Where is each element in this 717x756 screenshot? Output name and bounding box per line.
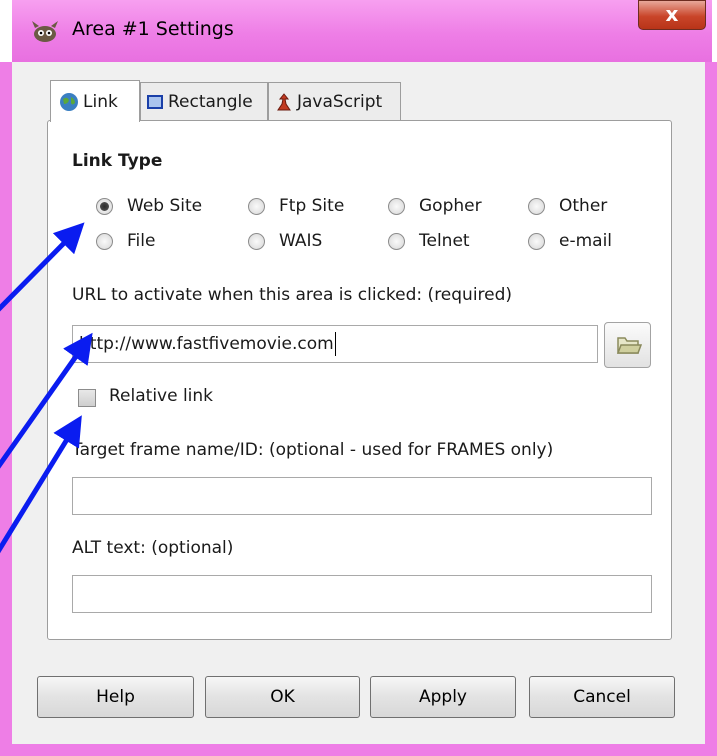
radio-label: e-mail bbox=[559, 231, 613, 251]
ok-button[interactable]: OK bbox=[205, 676, 360, 718]
radio-indicator bbox=[388, 197, 405, 215]
radio-indicator bbox=[96, 232, 113, 250]
link-type-heading: Link Type bbox=[72, 151, 163, 171]
radio-gopher[interactable]: Gopher bbox=[388, 196, 482, 216]
window-frame-right bbox=[705, 62, 717, 756]
relative-link-checkbox[interactable] bbox=[78, 389, 96, 407]
window-title: Area #1 Settings bbox=[72, 18, 234, 40]
tab-rectangle-label: Rectangle bbox=[168, 92, 253, 112]
rectangle-icon bbox=[147, 95, 163, 109]
radio-indicator bbox=[388, 232, 405, 250]
help-button[interactable]: Help bbox=[37, 676, 194, 718]
radio-ftp-site[interactable]: Ftp Site bbox=[248, 196, 344, 216]
radio-other[interactable]: Other bbox=[528, 196, 607, 216]
radio-label: File bbox=[127, 231, 156, 251]
radio-indicator bbox=[528, 197, 545, 215]
relative-link-label: Relative link bbox=[109, 386, 214, 406]
settings-dialog: Area #1 Settings x Link Rectangle JavaSc… bbox=[0, 0, 717, 756]
radio-label: WAIS bbox=[279, 231, 323, 251]
radio-indicator bbox=[96, 197, 113, 215]
radio-indicator bbox=[248, 232, 265, 250]
close-button[interactable]: x bbox=[638, 0, 706, 30]
target-frame-input[interactable] bbox=[72, 477, 652, 515]
url-input[interactable]: http://www.fastfivemovie.com bbox=[72, 325, 598, 363]
radio-web-site[interactable]: Web Site bbox=[96, 196, 202, 216]
title-bar[interactable]: Area #1 Settings x bbox=[12, 0, 712, 63]
alt-text-input[interactable] bbox=[72, 575, 652, 613]
tab-link[interactable]: Link bbox=[50, 80, 140, 122]
alt-text-label: ALT text: (optional) bbox=[72, 538, 234, 558]
tab-javascript[interactable]: JavaScript bbox=[268, 82, 401, 121]
globe-icon bbox=[60, 92, 78, 111]
radio-label: Ftp Site bbox=[279, 196, 345, 216]
tab-link-label: Link bbox=[83, 91, 118, 112]
radio-telnet[interactable]: Telnet bbox=[388, 231, 470, 251]
target-frame-label: Target frame name/ID: (optional - used f… bbox=[72, 440, 554, 460]
folder-icon bbox=[616, 337, 643, 354]
tab-rectangle[interactable]: Rectangle bbox=[140, 82, 268, 121]
window-frame-bottom bbox=[0, 744, 717, 756]
radio-label: Telnet bbox=[419, 231, 470, 251]
url-value: http://www.fastfivemovie.com bbox=[79, 334, 334, 354]
tab-javascript-label: JavaScript bbox=[297, 92, 383, 112]
radio-indicator bbox=[528, 232, 545, 250]
radio-indicator bbox=[248, 197, 265, 215]
radio-label: Gopher bbox=[419, 196, 482, 216]
url-label: URL to activate when this area is clicke… bbox=[72, 285, 513, 305]
text-caret bbox=[334, 332, 336, 356]
gimp-app-icon bbox=[32, 21, 58, 42]
radio-email[interactable]: e-mail bbox=[528, 231, 612, 251]
javascript-icon bbox=[277, 93, 291, 111]
cancel-button[interactable]: Cancel bbox=[529, 676, 675, 718]
browse-button[interactable] bbox=[604, 322, 651, 368]
radio-file[interactable]: File bbox=[96, 231, 155, 251]
window-frame-left bbox=[0, 62, 12, 756]
radio-wais[interactable]: WAIS bbox=[248, 231, 322, 251]
radio-label: Web Site bbox=[127, 196, 203, 216]
apply-button[interactable]: Apply bbox=[370, 676, 516, 718]
radio-label: Other bbox=[559, 196, 608, 216]
